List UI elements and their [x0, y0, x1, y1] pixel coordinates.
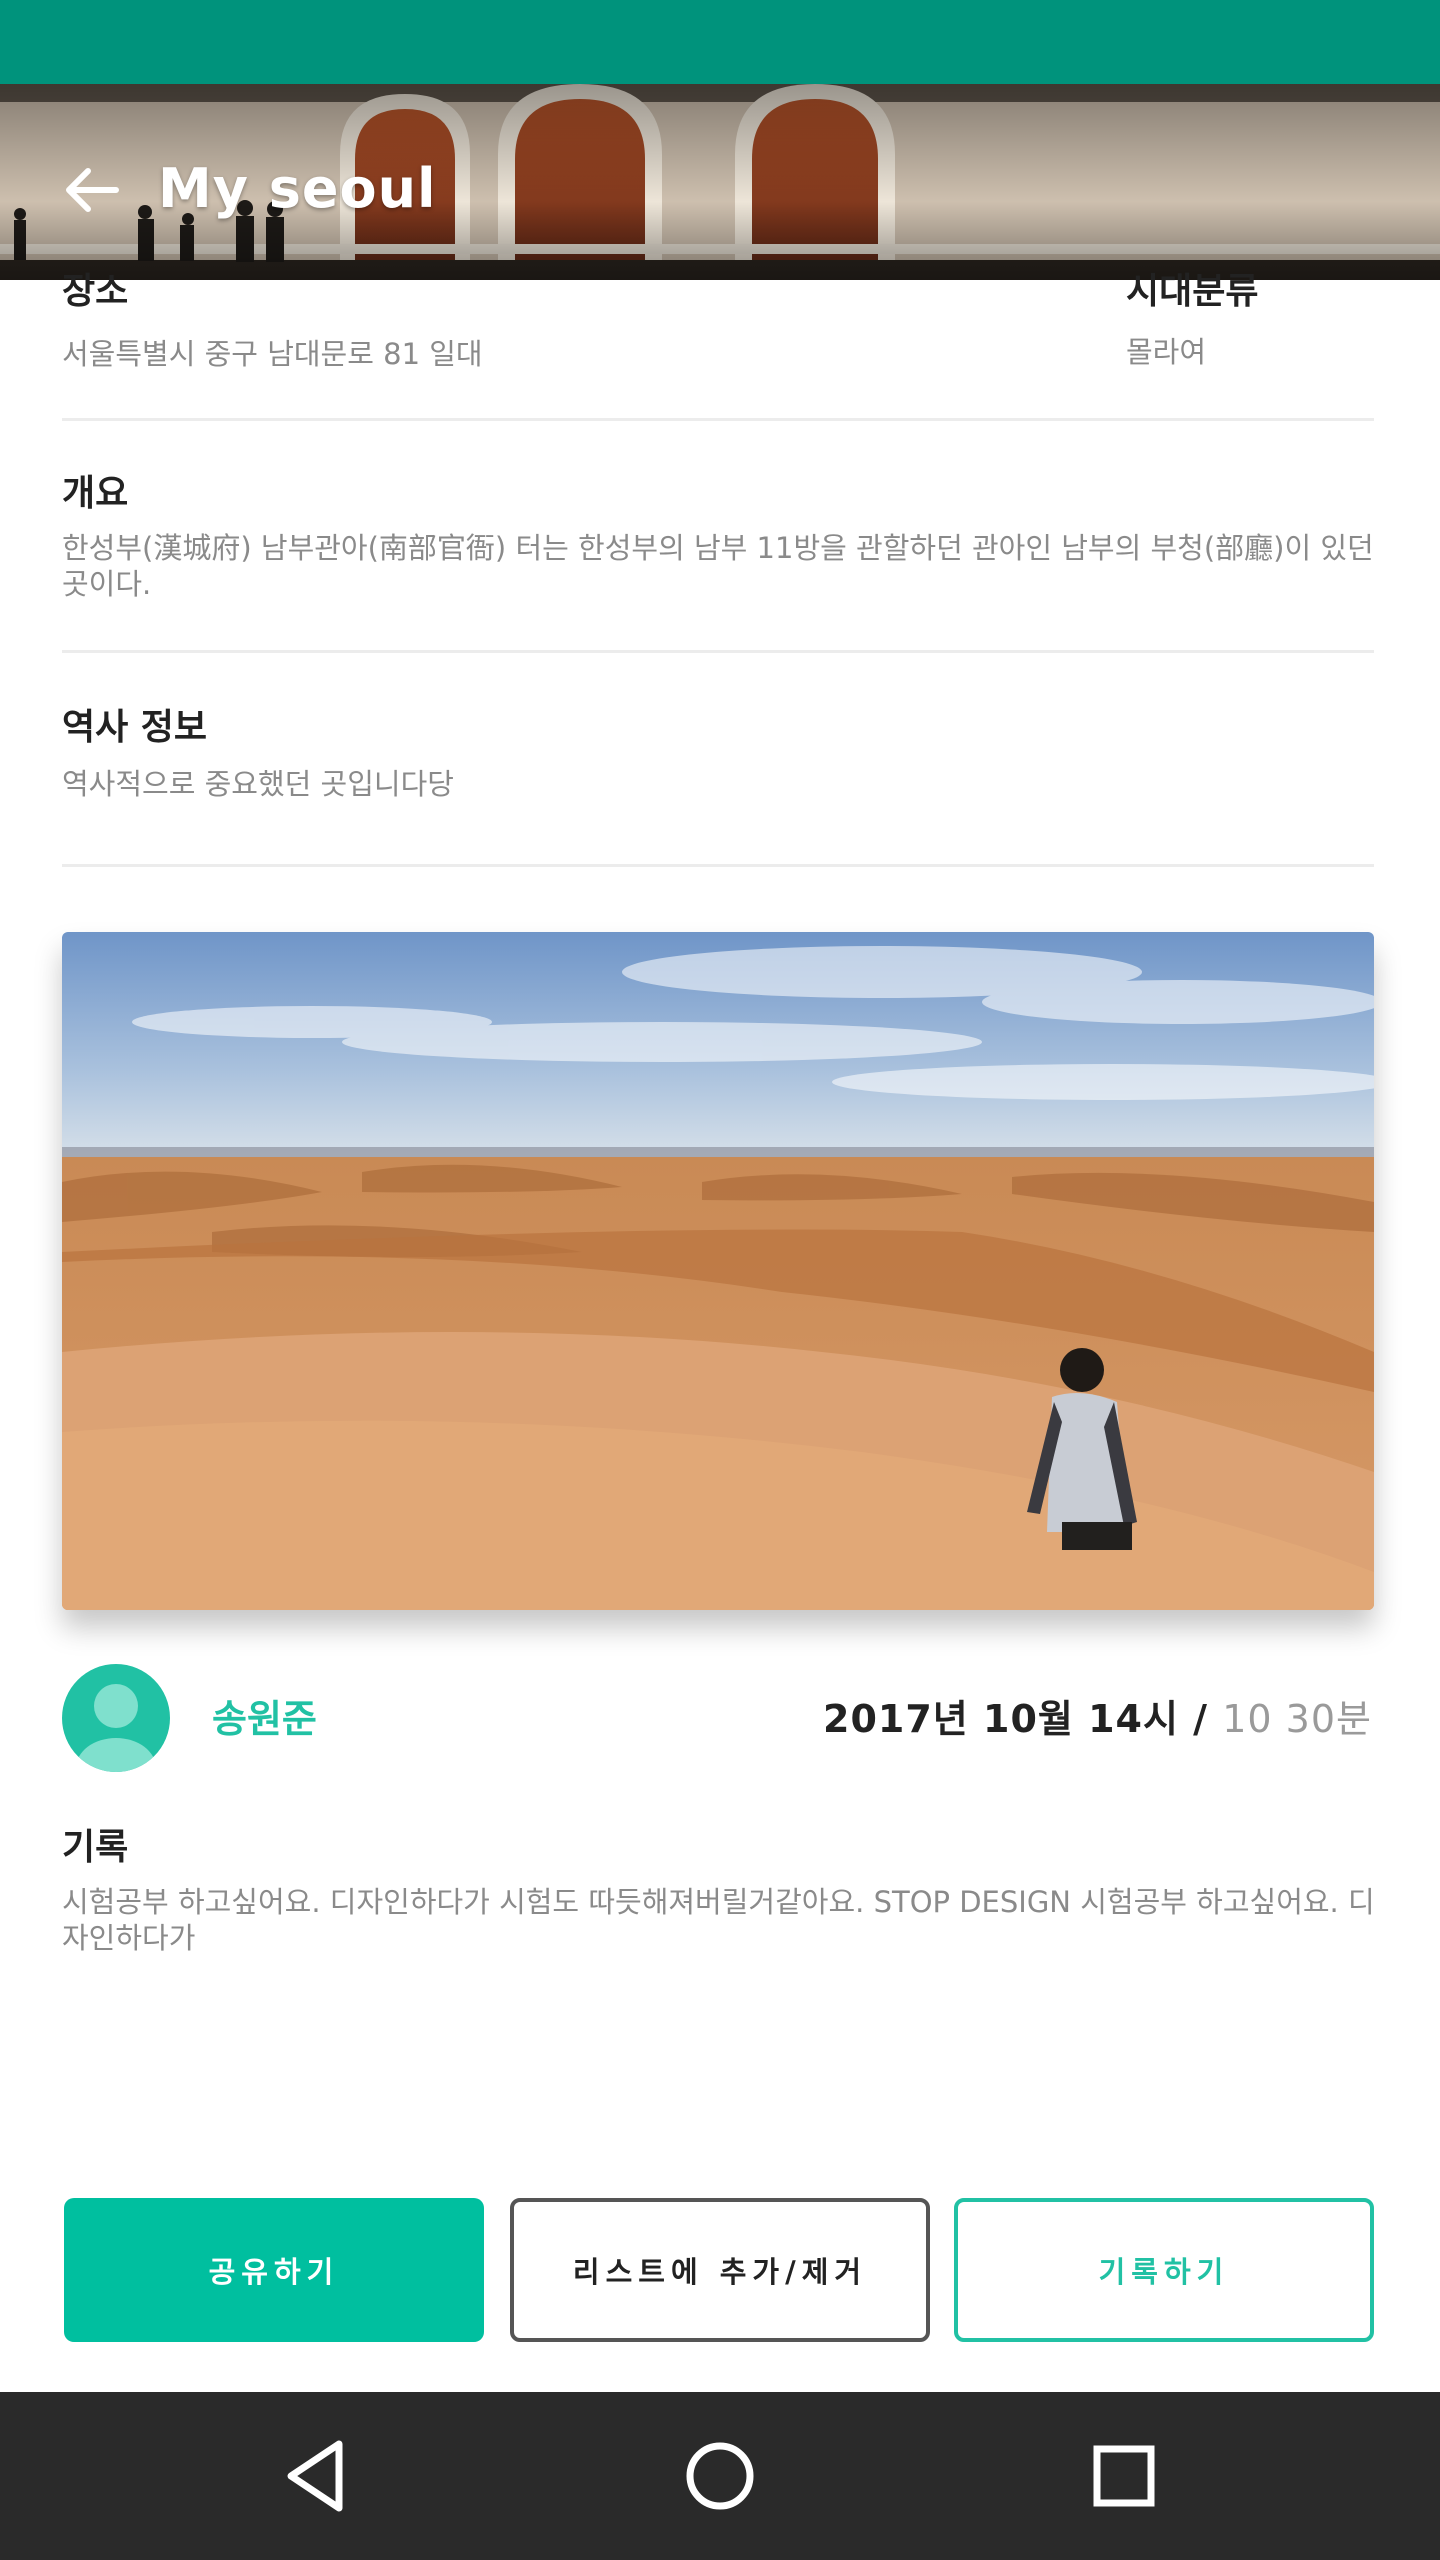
overview-text: 한성부(漢城府) 남부관아(南部官衙) 터는 한성부의 남부 11방을 관할하던… [62, 531, 1374, 601]
divider [62, 650, 1374, 653]
circle-home-icon [686, 2442, 754, 2510]
list-toggle-button[interactable]: 리스트에 추가/제거 [510, 2198, 930, 2342]
system-nav-bar [0, 2392, 1440, 2560]
header-banner: My seoul [0, 84, 1440, 280]
divider [62, 864, 1374, 867]
era-label: 시대분류 [1126, 271, 1259, 312]
back-button[interactable] [52, 150, 132, 230]
user-icon [76, 1684, 156, 1772]
post-time: 10 30분 [1222, 1697, 1372, 1741]
history-text: 역사적으로 중요했던 곳입니다당 [62, 767, 454, 801]
record-button[interactable]: 기록하기 [954, 2198, 1374, 2342]
status-bar [0, 0, 1440, 84]
divider [62, 418, 1374, 421]
place-label: 장소 [62, 271, 129, 312]
nav-back-button[interactable] [266, 2426, 366, 2526]
post-photo[interactable] [62, 932, 1374, 1610]
desert-photo [62, 932, 1374, 1610]
arrow-left-icon [66, 168, 119, 212]
post-date: 2017년 10월 14시 / [823, 1697, 1223, 1741]
place-value: 서울특별시 중구 남대문로 81 일대 [62, 337, 483, 371]
record-text: 시험공부 하고싶어요. 디자인하다가 시험도 따듯해져버릴거같아요. STOP … [62, 1885, 1375, 1955]
square-recents-icon [1093, 2445, 1155, 2507]
nav-recents-button[interactable] [1074, 2426, 1174, 2526]
record-label: 기록 [62, 1827, 129, 1868]
nav-home-button[interactable] [670, 2426, 770, 2526]
avatar[interactable] [62, 1664, 170, 1772]
triangle-back-icon [287, 2440, 343, 2512]
author-name[interactable]: 송원준 [212, 1688, 317, 1743]
post-datetime: 2017년 10월 14시 / 10 30분 [823, 1688, 1372, 1743]
overview-label: 개요 [62, 473, 129, 514]
history-label: 역사 정보 [62, 707, 208, 748]
share-button[interactable]: 공유하기 [64, 2198, 484, 2342]
page-title: My seoul [158, 157, 437, 220]
era-value: 몰라여 [1126, 335, 1207, 369]
